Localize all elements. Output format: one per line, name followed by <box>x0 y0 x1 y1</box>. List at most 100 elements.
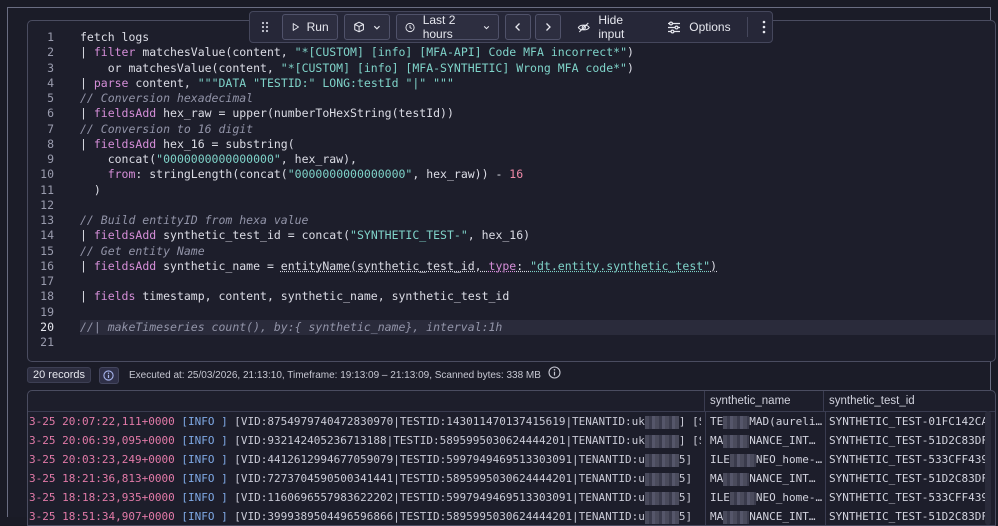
synthetic-test-id-cell: SYNTHETIC_TEST-51D2C83DF58 <box>825 469 987 488</box>
line-number: 15 <box>40 243 54 258</box>
code-token: fieldsAdd <box>93 258 157 273</box>
line-number: 8 <box>47 136 54 151</box>
code-line[interactable]: from: stringLength(concat("0000000000000… <box>80 167 995 182</box>
timestamp-text: 3-25 20:07:22,111+0000 <box>29 415 175 428</box>
code-line[interactable]: | filter matchesValue(content, "*[CUSTOM… <box>80 45 995 60</box>
synthetic-name-prefix: ILE <box>710 491 730 504</box>
table-row[interactable]: 3-25 20:06:39,095+0000 [INFO ] [VID:9321… <box>28 431 995 450</box>
code-token: | <box>80 75 94 90</box>
code-token: : stringLength(concat( <box>135 167 288 182</box>
synthetic-name-cell: ILE NEO_home-… <box>705 450 825 469</box>
drag-handle[interactable] <box>258 15 273 39</box>
redacted-block <box>723 434 750 448</box>
timestamp-text: 3-25 18:18:23,935+0000 <box>29 491 175 504</box>
query-editor[interactable]: 1 2 3 4 5 6 7 8 9 10 11 12 13 14 15 16 17 18 19 20 21 fetch … <box>27 20 996 362</box>
line-number: 19 <box>40 304 54 319</box>
options-button[interactable]: Options <box>661 15 736 39</box>
log-body: [VID:8754979740472830970|TESTID:14301147… <box>227 415 645 428</box>
timestamp-text: 3-25 20:06:39,095+0000 <box>29 434 175 447</box>
code-token: 16 <box>509 167 524 182</box>
code-line[interactable]: ) <box>80 183 995 198</box>
code-line[interactable] <box>80 335 995 350</box>
table-row[interactable]: 3-25 18:18:23,935+0000 [INFO ] [VID:1160… <box>28 488 995 507</box>
chevron-down-icon <box>373 25 380 30</box>
code-line[interactable]: // Get entity Name <box>80 244 995 259</box>
synthetic-test-id-cell: SYNTHETIC_TEST-51D2C83DF58 <box>825 431 987 450</box>
table-scrollbar[interactable] <box>985 411 991 525</box>
code-token: | <box>80 258 94 273</box>
code-token: ) <box>710 258 718 273</box>
code-token: filter <box>93 45 136 60</box>
code-line[interactable]: //| makeTimeseries count(), by:{ synthet… <box>80 319 995 335</box>
line-number: 6 <box>47 106 54 121</box>
run-label: Run <box>306 20 329 34</box>
code-line[interactable] <box>80 274 995 289</box>
synthetic-name-prefix: MA <box>710 434 724 447</box>
code-token: hex_raw = upper(numberToHexString(testId… <box>156 106 454 121</box>
result-status-bar: 20 records Executed at: 25/03/2026, 21:1… <box>27 366 561 384</box>
code-token: // Conversion hexadecimal <box>80 91 254 105</box>
code-line[interactable]: | fieldsAdd synthetic_test_id = concat("… <box>80 228 995 243</box>
query-info-button[interactable] <box>98 366 119 384</box>
code-line[interactable]: concat("0000000000000000", hex_raw), <box>80 152 995 167</box>
redacted-block <box>723 472 750 486</box>
timeframe-label: Last 2 hours <box>422 13 456 41</box>
log-tail: 5] [… <box>678 472 701 485</box>
column-header-synthetic-test-id[interactable]: synthetic_test_id <box>823 391 979 411</box>
code-token: | <box>80 289 94 304</box>
code-token: concat( <box>80 152 157 166</box>
synthetic-name-suffix: MAD(aureli… <box>749 415 823 428</box>
next-timeframe-button[interactable] <box>534 14 561 40</box>
hide-input-button[interactable]: Hide input <box>571 13 654 41</box>
code-line[interactable]: | parse content, """DATA "TESTID:" LONG:… <box>80 76 995 91</box>
code-line[interactable]: | fields timestamp, content, synthetic_n… <box>80 289 995 304</box>
code-line[interactable] <box>80 198 995 213</box>
previous-timeframe-button[interactable] <box>504 14 531 40</box>
log-tail: ] [S… <box>678 415 701 428</box>
synthetic-name-prefix: MA <box>710 472 724 485</box>
code-area[interactable]: fetch logs | filter matchesValue(content,… <box>80 30 995 350</box>
code-line[interactable] <box>80 305 995 320</box>
code-line[interactable]: | fieldsAdd hex_16 = substring( <box>80 137 995 152</box>
line-number: 12 <box>40 197 54 212</box>
code-token: : <box>516 258 531 273</box>
code-token: // Build entityID from hexa value <box>80 213 309 227</box>
code-token: | <box>80 45 94 60</box>
line-number: 2 <box>47 45 54 60</box>
code-line[interactable]: // Conversion hexadecimal <box>80 91 995 106</box>
drag-handle-icon <box>262 21 269 33</box>
segment-selector[interactable] <box>343 14 390 40</box>
code-line[interactable]: | fieldsAdd synthetic_name = entityName(… <box>80 259 995 274</box>
table-header: synthetic_name synthetic_test_id <box>28 391 995 412</box>
column-header-synthetic-name[interactable]: synthetic_name <box>704 391 820 411</box>
table-row[interactable]: 3-25 18:51:34,907+0000 [INFO ] [VID:3999… <box>28 507 995 525</box>
table-row[interactable]: 3-25 20:07:22,111+0000 [INFO ] [VID:8754… <box>28 412 995 431</box>
code-token: parse <box>93 75 129 90</box>
code-token: "SYNTHETIC_TEST-" <box>350 228 468 243</box>
execution-details: Executed at: 25/03/2026, 21:13:10, Timef… <box>128 369 541 381</box>
line-number: 18 <box>40 289 54 304</box>
code-line[interactable]: or matchesValue(content, "*[CUSTOM] [inf… <box>80 61 995 76</box>
log-level: [INFO ] <box>181 491 228 504</box>
run-button[interactable]: Run <box>281 14 338 40</box>
log-tail: 5] [… <box>678 510 701 523</box>
code-token: fields <box>93 289 136 304</box>
timeframe-selector[interactable]: Last 2 hours <box>395 13 499 41</box>
content-cell: 3-25 18:51:34,907+0000 [INFO ] [VID:3999… <box>29 507 701 525</box>
table-row[interactable]: 3-25 20:03:23,249+0000 [INFO ] [VID:4412… <box>28 450 995 469</box>
log-body: [VID:4412612994677059079|TESTID:59979494… <box>227 453 645 466</box>
hide-input-label: Hide input <box>598 13 625 41</box>
log-body: [VID:3999389504496596866|TESTID:58959950… <box>227 510 645 523</box>
more-actions-button[interactable] <box>756 15 772 39</box>
chevron-right-icon <box>545 23 551 31</box>
synthetic-name-cell: MA NANCE_INT… <box>705 469 825 488</box>
code-line[interactable]: // Build entityID from hexa value <box>80 213 995 228</box>
code-line[interactable]: // Conversion to 16 digit <box>80 122 995 137</box>
table-row[interactable]: 3-25 18:21:36,813+0000 [INFO ] [VID:7273… <box>28 469 995 488</box>
code-line[interactable]: | fieldsAdd hex_raw = upper(numberToHexS… <box>80 106 995 121</box>
code-token: "*[CUSTOM] [info] [MFA-API] Code MFA inc… <box>294 45 627 60</box>
code-token: , hex_raw)) - <box>412 167 510 182</box>
redacted-block <box>644 472 679 486</box>
line-number: 3 <box>47 60 54 75</box>
execution-info-button[interactable] <box>548 366 561 384</box>
